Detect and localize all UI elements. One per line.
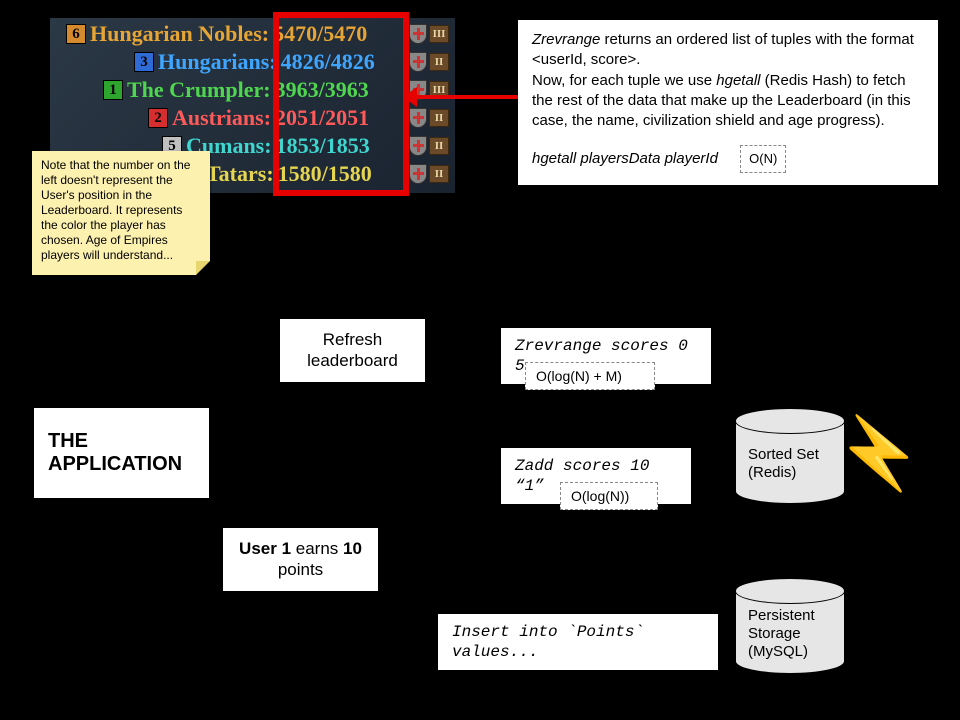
- player-score: 5470/5470: [273, 21, 367, 47]
- leaderboard-row: 1The Crumpler:3963/3963III: [56, 76, 449, 104]
- separator: :: [262, 21, 269, 47]
- redis-cylinder: Sorted Set (Redis): [735, 408, 845, 504]
- separator: :: [263, 77, 270, 103]
- player-name: Tatars: [206, 161, 266, 187]
- player-color-badge: 2: [148, 108, 168, 128]
- player-score: 1580/1580: [278, 161, 372, 187]
- sticky-fold-icon: [196, 261, 210, 275]
- civilization-shield-icon: [409, 108, 427, 128]
- sql-insert-box: Insert into `Points` values...: [438, 614, 718, 670]
- civilization-shield-icon: [409, 52, 427, 72]
- zadd-complexity-box: O(log(N)): [560, 482, 658, 510]
- player-name: The Crumpler: [127, 77, 263, 103]
- player-score: 2051/2051: [275, 105, 369, 131]
- age-progress-icon: II: [429, 109, 449, 127]
- application-box: THE APPLICATION: [34, 408, 209, 498]
- application-label: THE APPLICATION: [48, 430, 195, 476]
- age-progress-icon: II: [429, 165, 449, 183]
- player-icons: II: [409, 136, 449, 156]
- hgetall-word: hgetall: [716, 72, 760, 89]
- explanation-text: Zrevrange returns an ordered list of tup…: [532, 30, 924, 131]
- explanation-box: Zrevrange returns an ordered list of tup…: [518, 20, 938, 185]
- age-progress-icon: III: [429, 25, 449, 43]
- zrevrange-complexity-box: O(log(N) + M): [525, 362, 655, 390]
- player-color-badge: 3: [134, 52, 154, 72]
- civilization-shield-icon: [409, 24, 427, 44]
- zrevrange-word: Zrevrange: [532, 31, 600, 48]
- lightning-icon: ⚡: [835, 418, 922, 488]
- refresh-leaderboard-box: Refresh leaderboard: [280, 319, 425, 382]
- player-name: Hungarians: [158, 49, 269, 75]
- redis-label: Sorted Set (Redis): [748, 446, 844, 482]
- refresh-label: Refresh leaderboard: [307, 330, 398, 370]
- hgetall-command: hgetall playersData playerId: [532, 150, 718, 167]
- separator: :: [264, 105, 271, 131]
- mysql-label: Persistent Storage (MySQL): [748, 607, 844, 661]
- hgetall-complexity: O(N): [740, 145, 786, 173]
- explain-line2a: Now, for each tuple we use: [532, 72, 716, 89]
- user-earns-points-box: User 1 earns 10 points: [223, 528, 378, 591]
- leaderboard-row: 6Hungarian Nobles:5470/5470 III: [56, 20, 449, 48]
- zadd-complexity: O(log(N)): [571, 488, 629, 504]
- player-color-badge: 6: [66, 24, 86, 44]
- player-icons: II: [409, 164, 449, 184]
- player-color-badge: 1: [103, 80, 123, 100]
- civilization-shield-icon: [409, 136, 427, 156]
- player-name: Hungarian Nobles: [90, 21, 262, 47]
- separator: :: [269, 49, 276, 75]
- separator: :: [266, 161, 273, 187]
- mysql-cylinder: Persistent Storage (MySQL): [735, 578, 845, 674]
- zrevrange-complexity: O(log(N) + M): [536, 368, 622, 384]
- arrow-red-icon: [407, 95, 518, 99]
- leaderboard-row: 2Austrians:2051/2051 II: [56, 104, 449, 132]
- age-progress-icon: II: [429, 137, 449, 155]
- age-progress-icon: II: [429, 53, 449, 71]
- player-icons: II: [409, 108, 449, 128]
- earn-label: User 1 earns 10 points: [239, 539, 362, 579]
- separator: :: [264, 133, 271, 159]
- player-score: 4826/4826: [281, 49, 375, 75]
- player-score: 1853/1853: [276, 133, 370, 159]
- civilization-shield-icon: [409, 164, 427, 184]
- player-icons: III: [409, 24, 449, 44]
- sticky-note-text: Note that the number on the left doesn't…: [41, 158, 190, 262]
- player-name: Austrians: [172, 105, 264, 131]
- sql-insert-command: Insert into `Points` values...: [452, 623, 644, 661]
- sticky-note: Note that the number on the left doesn't…: [32, 151, 210, 275]
- leaderboard-row: 3Hungarians:4826/4826 II: [56, 48, 449, 76]
- player-icons: II: [409, 52, 449, 72]
- player-score: 3963/3963: [275, 77, 369, 103]
